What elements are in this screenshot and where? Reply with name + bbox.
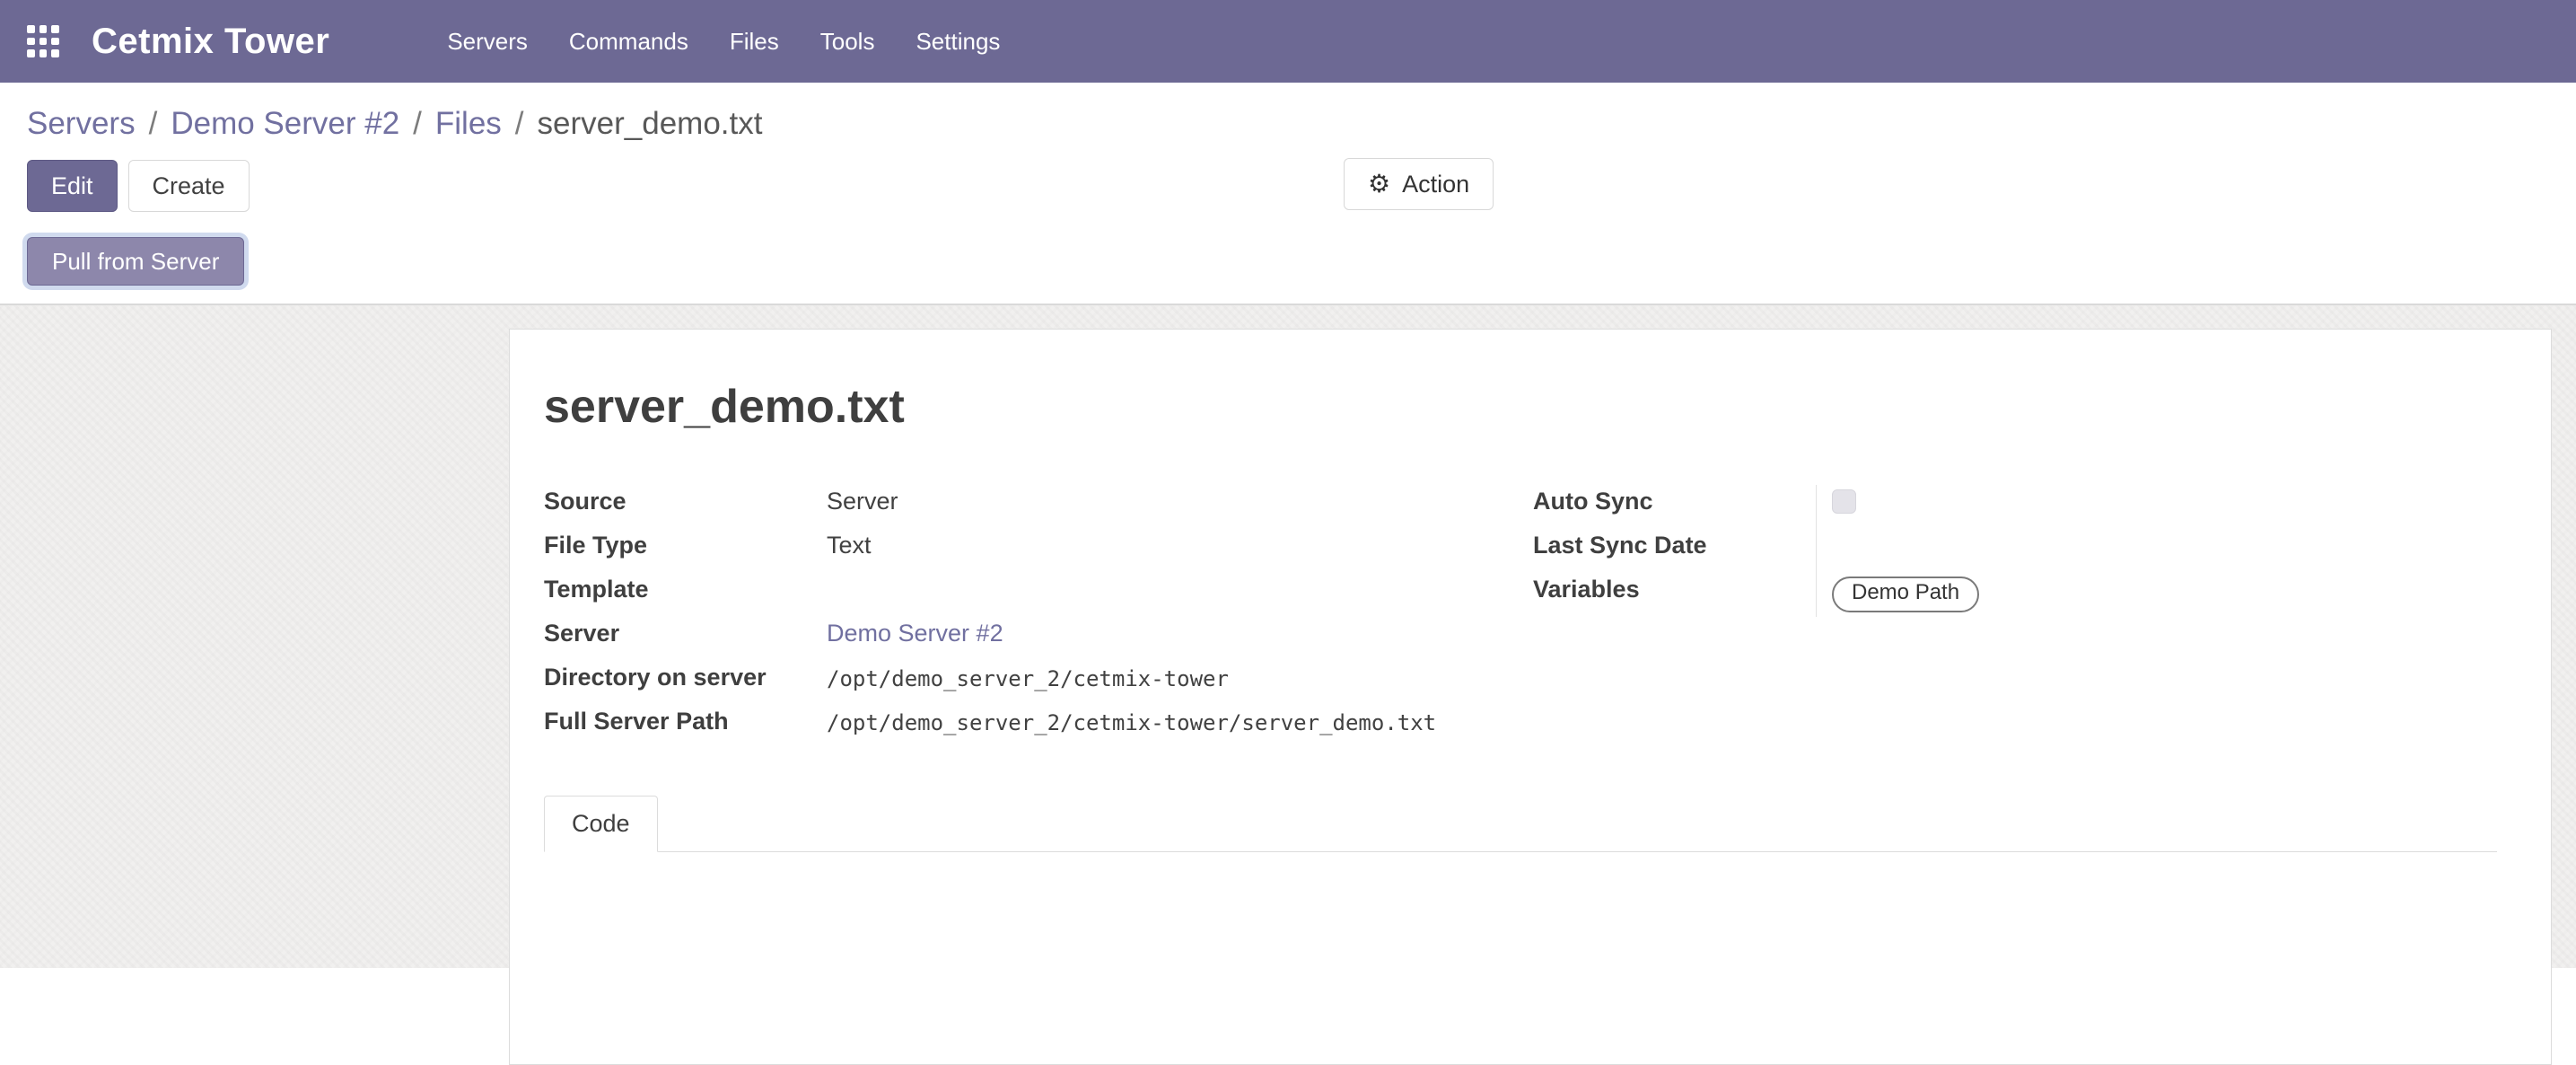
main-menu: Servers Commands Files Tools Settings [426, 0, 1021, 83]
create-button[interactable]: Create [128, 160, 250, 212]
field-label-template: Template [544, 573, 827, 617]
tab-code[interactable]: Code [544, 796, 658, 852]
menu-item-files[interactable]: Files [709, 0, 800, 83]
code-tab-pane [544, 852, 2497, 960]
statusbar: Pull from Server [0, 237, 2576, 286]
field-label-file-type: File Type [544, 529, 827, 573]
field-column-right: Auto Sync Last Sync Date Variables Demo … [1533, 485, 2497, 749]
breadcrumb-separator: / [149, 106, 158, 142]
field-label-directory: Directory on server [544, 661, 827, 705]
field-value-source: Server [827, 485, 898, 529]
action-button[interactable]: ⚙ Action [1344, 158, 1494, 210]
field-value-server-link[interactable]: Demo Server #2 [827, 617, 1003, 661]
field-row-file-type: File Type Text [544, 529, 1533, 573]
variable-tag-demo-path: Demo Path [1832, 577, 1979, 612]
breadcrumb-current-file: server_demo.txt [538, 106, 763, 142]
field-row-directory: Directory on server /opt/demo_server_2/c… [544, 661, 1533, 705]
field-label-server: Server [544, 617, 827, 661]
pull-from-server-button[interactable]: Pull from Server [27, 237, 244, 286]
breadcrumb: Servers / Demo Server #2 / Files / serve… [0, 83, 2576, 153]
record-title: server_demo.txt [544, 382, 2497, 433]
breadcrumb-files[interactable]: Files [435, 106, 502, 142]
form-view-background: server_demo.txt Source Server File Type … [0, 305, 2576, 968]
edit-button[interactable]: Edit [27, 160, 118, 212]
breadcrumb-separator: / [413, 106, 422, 142]
form-sheet: server_demo.txt Source Server File Type … [509, 329, 2552, 1065]
action-button-label: Action [1402, 171, 1469, 198]
field-label-variables: Variables [1533, 573, 1816, 617]
field-value-full-path: /opt/demo_server_2/cetmix-tower/server_d… [827, 705, 1436, 749]
field-label-last-sync: Last Sync Date [1533, 529, 1816, 573]
field-wrap-variables: Demo Path [1816, 573, 2497, 617]
field-row-template: Template [544, 573, 1533, 617]
breadcrumb-demo-server[interactable]: Demo Server #2 [171, 106, 399, 142]
menu-item-tools[interactable]: Tools [800, 0, 896, 83]
breadcrumb-servers[interactable]: Servers [27, 106, 136, 142]
form-control-row: Edit Create ⚙ Action [0, 153, 2576, 214]
gear-icon: ⚙ [1368, 172, 1390, 197]
menu-item-settings[interactable]: Settings [895, 0, 1021, 83]
field-row-server: Server Demo Server #2 [544, 617, 1533, 661]
field-label-source: Source [544, 485, 827, 529]
menu-item-commands[interactable]: Commands [548, 0, 709, 83]
field-value-file-type: Text [827, 529, 872, 573]
field-row-last-sync: Last Sync Date [1533, 529, 2497, 573]
field-label-full-path: Full Server Path [544, 705, 827, 749]
notebook-tabs: Code [544, 796, 2497, 852]
breadcrumb-separator: / [515, 106, 524, 142]
field-row-variables: Variables Demo Path [1533, 573, 2497, 617]
field-wrap-auto-sync [1816, 485, 2497, 529]
menu-item-servers[interactable]: Servers [426, 0, 548, 83]
field-row-auto-sync: Auto Sync [1533, 485, 2497, 529]
field-column-left: Source Server File Type Text Template Se… [544, 485, 1533, 749]
field-row-source: Source Server [544, 485, 1533, 529]
auto-sync-checkbox[interactable] [1832, 489, 1856, 514]
field-value-directory: /opt/demo_server_2/cetmix-tower [827, 661, 1229, 705]
field-grid: Source Server File Type Text Template Se… [544, 485, 2497, 749]
apps-grid-icon[interactable] [27, 25, 59, 57]
field-label-auto-sync: Auto Sync [1533, 485, 1816, 529]
app-brand-title[interactable]: Cetmix Tower [92, 22, 329, 62]
field-row-full-path: Full Server Path /opt/demo_server_2/cetm… [544, 705, 1533, 749]
field-wrap-last-sync [1816, 529, 2497, 573]
top-navbar: Cetmix Tower Servers Commands Files Tool… [0, 0, 2576, 83]
